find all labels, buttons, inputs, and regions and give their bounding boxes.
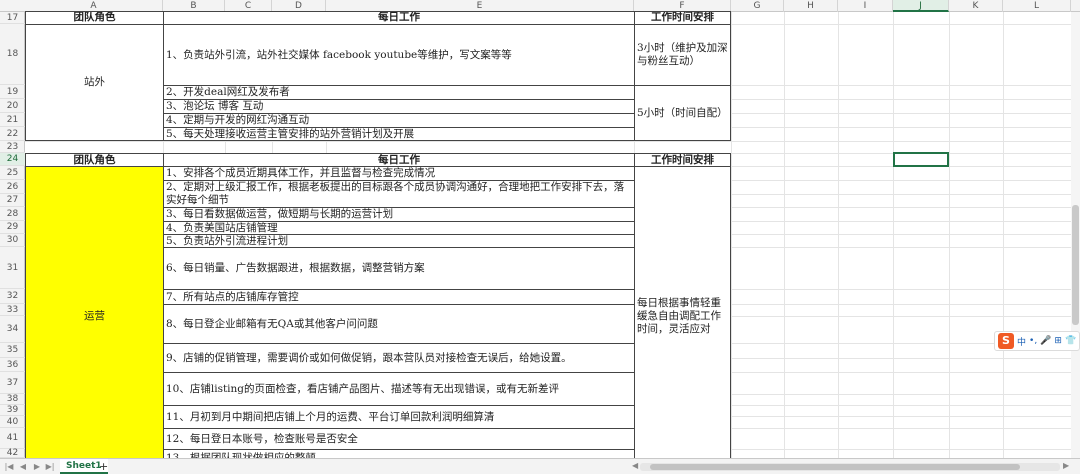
header-daily-work[interactable]: 每日工作	[163, 153, 635, 167]
next-sheet-icon[interactable]: ▶	[32, 461, 42, 472]
punctuation-icon[interactable]: •,	[1029, 336, 1037, 346]
row-header-28[interactable]: 28	[0, 207, 25, 221]
row-header-17[interactable]: 17	[0, 12, 25, 24]
column-header-k[interactable]: K	[949, 0, 1003, 12]
task-cell[interactable]: 11、月初到月中期间把店铺上个月的运费、平台订单回款利润明细算清	[163, 405, 635, 429]
microphone-icon[interactable]: 🎤	[1040, 336, 1051, 346]
row-header-27[interactable]: 27	[0, 194, 25, 207]
chinese-mode-icon[interactable]: 中	[1017, 335, 1026, 348]
task-cell[interactable]: 12、每日登日本账号，检查账号是否安全	[163, 428, 635, 450]
row-header-24[interactable]: 24	[0, 153, 25, 166]
row-header-37[interactable]: 37	[0, 372, 25, 394]
header-team-role-top[interactable]: 团队角色	[25, 11, 164, 25]
row-header-22[interactable]: 22	[0, 127, 25, 141]
column-header-i[interactable]: I	[838, 0, 893, 12]
sheet-tab-bar: |◀ ◀ ▶ ▶| Sheet1 + ◀ ▶	[0, 458, 1080, 474]
grid-column-line	[949, 12, 950, 458]
ime-toolbar[interactable]: S 中 •, 🎤 ⊞ 👕	[994, 331, 1080, 351]
grid-column-line	[893, 12, 894, 458]
row-header-38[interactable]: 38	[0, 394, 25, 405]
header-work-time[interactable]: 工作时间安排	[634, 153, 731, 167]
task-cell[interactable]: 7、所有站点的店铺库存管控	[163, 289, 635, 305]
task-cell[interactable]: 4、负责美国站店铺管理	[163, 221, 635, 235]
task-cell[interactable]: 1、负责站外引流，站外社交媒体 facebook youtube等维护，写文案等…	[163, 24, 635, 86]
row-header-26[interactable]: 26	[0, 180, 25, 194]
row-header-33[interactable]: 33	[0, 304, 25, 316]
row-header-35[interactable]: 35	[0, 343, 25, 358]
row-header-29[interactable]: 29	[0, 221, 25, 234]
row-header-21[interactable]: 21	[0, 113, 25, 127]
row-header-19[interactable]: 19	[0, 85, 25, 99]
role-offsite[interactable]: 站外	[25, 24, 164, 141]
horizontal-scroll-thumb[interactable]	[650, 464, 1020, 470]
task-cell[interactable]: 1、安排各个成员近期具体工作，并且监督与检查完成情况	[163, 166, 635, 181]
task-cell[interactable]: 10、店铺listing的页面检查，看店铺产品图片、描述等有无出现错误，或有无新…	[163, 372, 635, 406]
add-sheet-button[interactable]: +	[99, 460, 108, 473]
row-header-39[interactable]: 39	[0, 405, 25, 416]
grid-column-line	[1003, 12, 1004, 458]
row-header-41[interactable]: 41	[0, 428, 25, 449]
column-header-l[interactable]: L	[1003, 0, 1071, 12]
task-cell[interactable]: 5、每天处理接收运营主管安排的站外营销计划及开展	[163, 127, 635, 141]
header-daily-work-top[interactable]: 每日工作	[163, 11, 635, 25]
time-cell[interactable]: 5小时（时间自配）	[634, 85, 731, 141]
column-header-g[interactable]: G	[731, 0, 784, 12]
task-cell[interactable]: 4、定期与开发的网红沟通互动	[163, 113, 635, 128]
scroll-right-icon[interactable]: ▶	[1063, 461, 1069, 470]
grid-column-line	[838, 12, 839, 458]
task-cell[interactable]: 3、每日看数据做运营，做短期与长期的运营计划	[163, 207, 635, 222]
task-cell[interactable]: 2、开发deal网红及发布者	[163, 85, 635, 100]
last-sheet-icon[interactable]: ▶|	[45, 461, 55, 472]
column-header-h[interactable]: H	[784, 0, 838, 12]
prev-sheet-icon[interactable]: ◀	[18, 461, 28, 472]
row-header-18[interactable]: 18	[0, 24, 25, 85]
role-operations[interactable]: 运营	[25, 166, 164, 466]
grid-column-line	[784, 12, 785, 458]
task-cell[interactable]: 6、每日销量、广告数据跟进，根据数据，调整营销方案	[163, 247, 635, 290]
row-header-34[interactable]: 34	[0, 316, 25, 343]
skin-icon[interactable]: 👕	[1065, 336, 1076, 346]
task-cell[interactable]: 5、负责站外引流进程计划	[163, 234, 635, 248]
grid-row-line	[25, 141, 1080, 142]
first-sheet-icon[interactable]: |◀	[4, 461, 14, 472]
row-header-40[interactable]: 40	[0, 416, 25, 428]
header-work-time-top[interactable]: 工作时间安排	[634, 11, 731, 25]
time-cell[interactable]: 3小时（维护及加深与粉丝互动）	[634, 24, 731, 86]
row-header-42[interactable]: 42	[0, 448, 25, 458]
row-header-32[interactable]: 32	[0, 289, 25, 304]
row-header-31[interactable]: 31	[0, 247, 25, 289]
row-header-36[interactable]: 36	[0, 358, 25, 372]
row-header-30[interactable]: 30	[0, 234, 25, 247]
task-cell[interactable]: 9、店铺的促销管理，需要调价或如何做促销，跟本营队员对接检查无误后，给她设置。	[163, 343, 635, 373]
row-header-23[interactable]: 23	[0, 141, 25, 153]
sogou-logo-icon[interactable]: S	[998, 333, 1014, 349]
scroll-left-icon[interactable]: ◀	[632, 461, 638, 470]
task-cell[interactable]: 8、每日登企业邮箱有无QA或其他客户问问题	[163, 304, 635, 344]
row-header-20[interactable]: 20	[0, 99, 25, 113]
task-cell[interactable]: 3、泡论坛 博客 互动	[163, 99, 635, 114]
row-header-25[interactable]: 25	[0, 166, 25, 180]
task-cell[interactable]: 2、定期对上级汇报工作，根据老板提出的目标跟各个成员协调沟通好，合理地把工作安排…	[163, 180, 635, 208]
keyboard-icon[interactable]: ⊞	[1054, 336, 1062, 346]
row-header-bar: 17 18 19 20 21 22 23 24 25 26 27 28 29 30 31 32 33 34 35 36…	[0, 12, 25, 474]
header-team-role[interactable]: 团队角色	[25, 153, 164, 167]
column-header-j[interactable]: J	[893, 0, 949, 12]
vertical-scroll-thumb[interactable]	[1072, 205, 1079, 325]
selected-cell-j24[interactable]	[893, 152, 949, 167]
grid-column-line	[731, 12, 732, 458]
time-cell-operations[interactable]: 每日根据事情轻重缓急自由调配工作时间，灵活应对	[634, 166, 731, 466]
